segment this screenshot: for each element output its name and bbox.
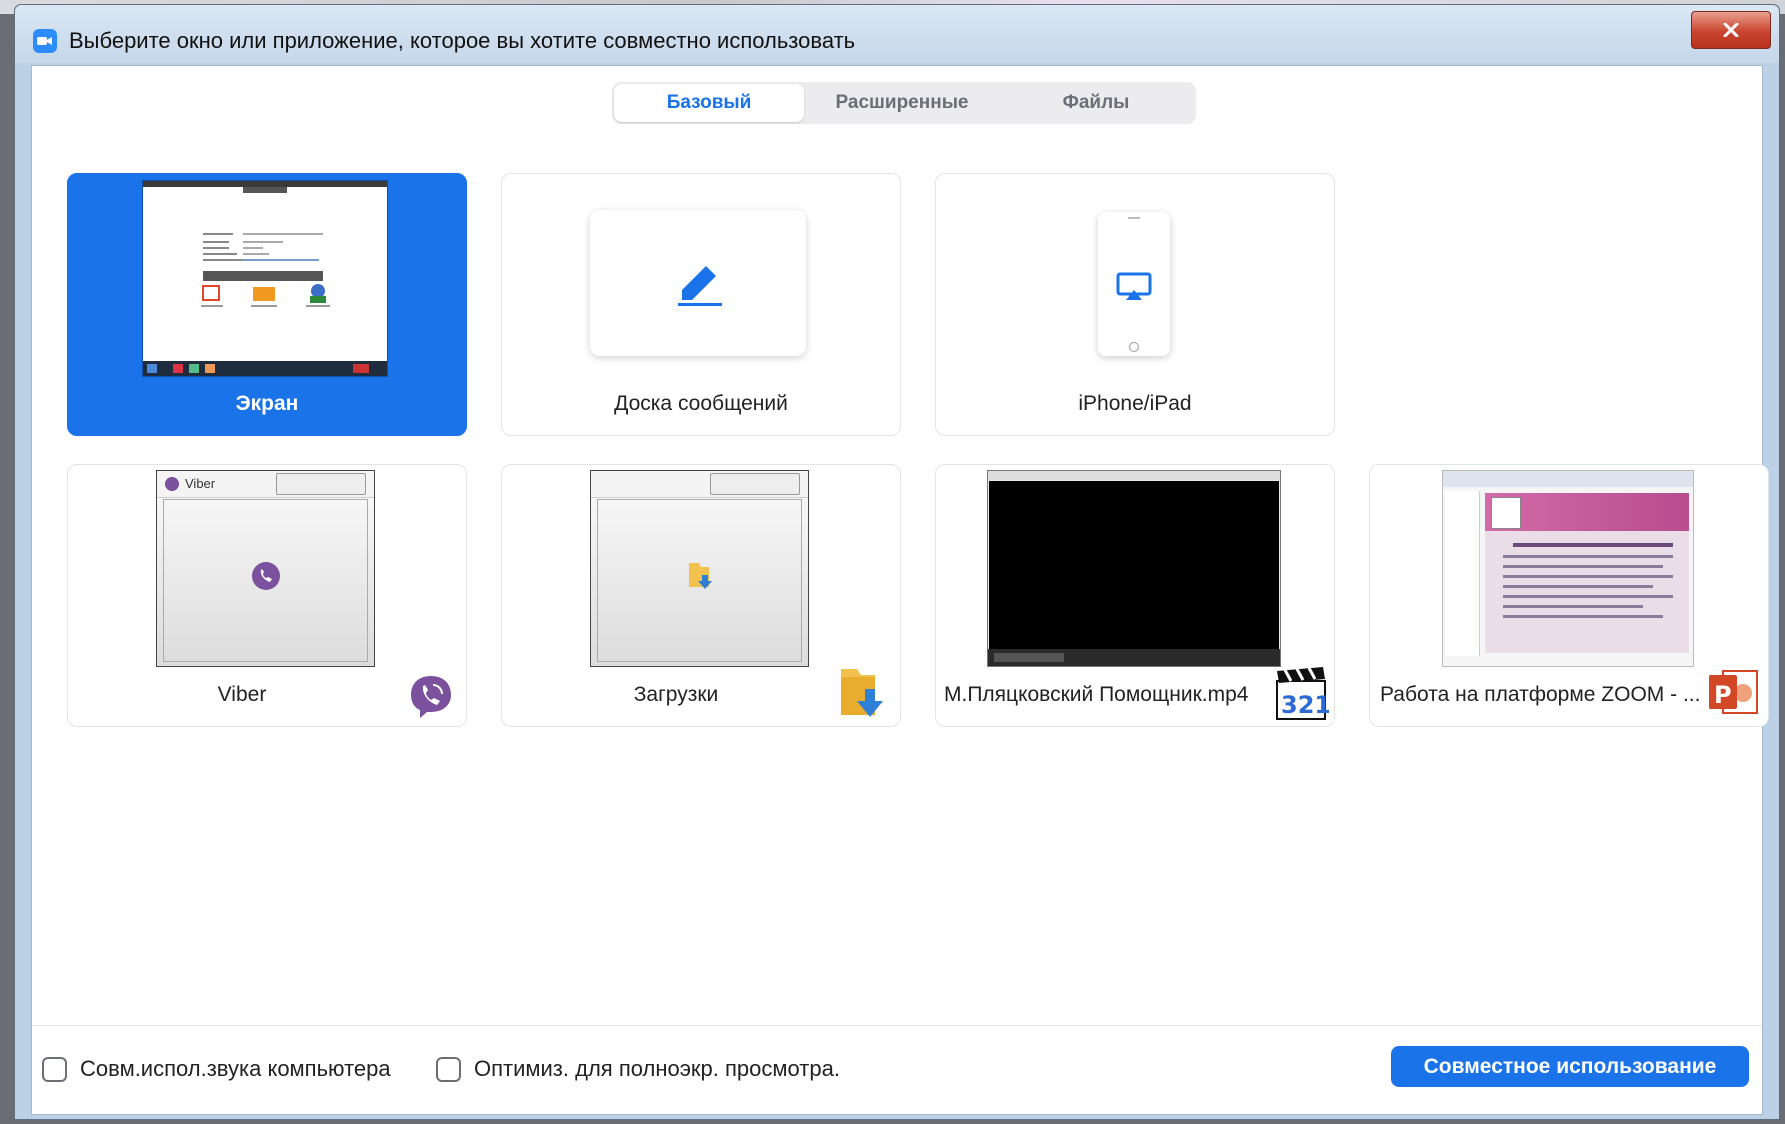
powerpoint-preview (1442, 470, 1694, 667)
share-option-viber[interactable]: Viber Viber (67, 464, 467, 727)
optimize-checkbox-box[interactable] (436, 1056, 461, 1082)
share-option-iphone-ipad[interactable]: iPhone/iPad (935, 173, 1335, 436)
iphone-preview (1098, 212, 1170, 356)
svg-text:321: 321 (1281, 691, 1329, 719)
whiteboard-preview (590, 210, 806, 356)
share-option-screen[interactable]: Экран (67, 173, 467, 436)
tab-advanced[interactable]: Расширенные (804, 84, 1000, 122)
pencil-icon (678, 266, 722, 306)
powerpoint-icon: P (1709, 670, 1758, 714)
share-option-presentation[interactable]: Работа на платформе ZOOM - ... P (1369, 464, 1769, 727)
video-file-label: М.Пляцковский Помощник.mp4 (944, 683, 1249, 706)
media-player-classic-icon: 321 (1276, 667, 1329, 720)
downloads-window-preview (590, 470, 809, 667)
downloads-label: Загрузки (633, 683, 719, 706)
viber-small-icon (165, 477, 179, 491)
viber-label: Viber (217, 683, 267, 706)
title-bar: Выберите окно или приложение, которое вы… (15, 5, 1779, 63)
share-dialog-window: Выберите окно или приложение, которое вы… (14, 4, 1780, 1120)
whiteboard-label: Доска сообщений (614, 392, 788, 415)
video-player-preview (987, 470, 1281, 667)
optimize-label: Оптимиз. для полноэкр. просмотра. (474, 1056, 840, 1081)
share-audio-label: Совм.испол.звука компьютера (80, 1056, 391, 1081)
zoom-camera-icon (33, 29, 57, 53)
screen-preview-thumbnail (142, 180, 388, 377)
presentation-file-label: Работа на платформе ZOOM - ... (1380, 683, 1701, 706)
window-title: Выберите окно или приложение, которое вы… (69, 28, 856, 53)
screen-label: Экран (235, 392, 299, 415)
share-audio-checkbox[interactable]: Совм.испол.звука компьютера (42, 1056, 391, 1082)
share-option-whiteboard[interactable]: Доска сообщений (501, 173, 901, 436)
share-option-video-window[interactable]: М.Пляцковский Помощник.mp4 321 (935, 464, 1335, 727)
close-button[interactable] (1691, 11, 1771, 49)
downloads-folder-icon (841, 669, 883, 717)
viber-logo-center-icon (252, 562, 280, 590)
viber-window-preview: Viber (156, 470, 375, 667)
airplay-icon (1116, 272, 1152, 300)
share-button[interactable]: Совместное использование (1391, 1046, 1749, 1087)
iphone-label: iPhone/iPad (1078, 392, 1192, 415)
viber-window-title: Viber (185, 476, 216, 491)
tab-basic[interactable]: Базовый (614, 84, 804, 122)
optimize-fullscreen-checkbox[interactable]: Оптимиз. для полноэкр. просмотра. (436, 1056, 840, 1082)
close-icon (1723, 23, 1739, 37)
folder-download-small-icon (689, 563, 712, 589)
tab-bar: Базовый Расширенные Файлы (612, 82, 1196, 124)
viber-app-icon (411, 676, 451, 718)
svg-text:P: P (1714, 681, 1732, 709)
dialog-footer: Совм.испол.звука компьютера Оптимиз. для… (32, 1025, 1762, 1114)
share-option-downloads[interactable]: Загрузки (501, 464, 901, 727)
dialog-content: Базовый Расширенные Файлы Экран Доска со… (31, 65, 1769, 1115)
share-audio-checkbox-box[interactable] (42, 1056, 67, 1082)
tab-files[interactable]: Файлы (1000, 84, 1192, 122)
